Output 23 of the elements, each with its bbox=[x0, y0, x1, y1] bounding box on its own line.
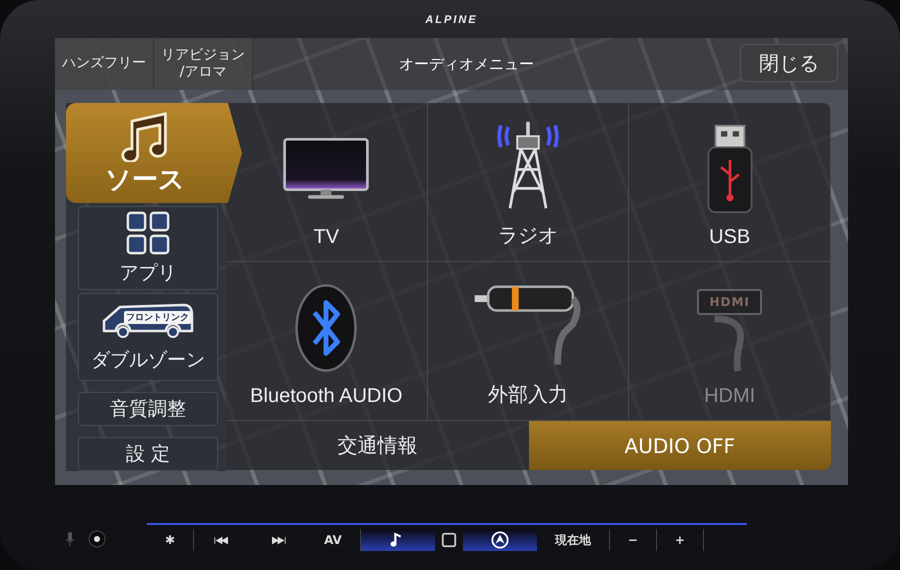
hardware-key[interactable]: − bbox=[610, 529, 657, 551]
header-button[interactable]: リアビジョン /アロマ bbox=[154, 38, 253, 90]
sidebar-item[interactable]: ソース bbox=[66, 103, 242, 203]
hardware-key[interactable]: 現在地 bbox=[536, 529, 610, 551]
source-tile[interactable]: ラジオ bbox=[428, 103, 630, 262]
header-button[interactable]: ハンズフリー bbox=[55, 38, 154, 90]
brand-logo: ALPINE bbox=[424, 13, 479, 28]
icon-badge-label: フロントリンク bbox=[124, 311, 191, 324]
source-tile[interactable]: 外部入力 bbox=[428, 262, 630, 421]
plug-label: HDMI bbox=[697, 289, 762, 315]
hardware-key[interactable]: + bbox=[656, 529, 704, 551]
screen-title: オーディオメニュー bbox=[398, 54, 535, 74]
source-tile[interactable]: TV bbox=[226, 103, 428, 262]
sidebar-item[interactable]: アプリ bbox=[78, 206, 218, 290]
hardware-key[interactable]: ✱ bbox=[147, 529, 194, 551]
panel-button[interactable]: AUDIO OFF bbox=[528, 421, 831, 470]
source-tile[interactable]: USB bbox=[629, 103, 831, 262]
sidebar-item[interactable]: 設 定 bbox=[78, 437, 218, 471]
sidebar-item[interactable]: フロントリンク ダブルゾーン bbox=[78, 293, 218, 381]
close-button[interactable]: 閉じる bbox=[740, 44, 838, 82]
panel-button[interactable]: 交通情報 bbox=[226, 421, 528, 470]
sidebar-item[interactable]: 音質調整 bbox=[78, 392, 218, 426]
source-tile[interactable]: Bluetooth AUDIO bbox=[226, 262, 428, 421]
